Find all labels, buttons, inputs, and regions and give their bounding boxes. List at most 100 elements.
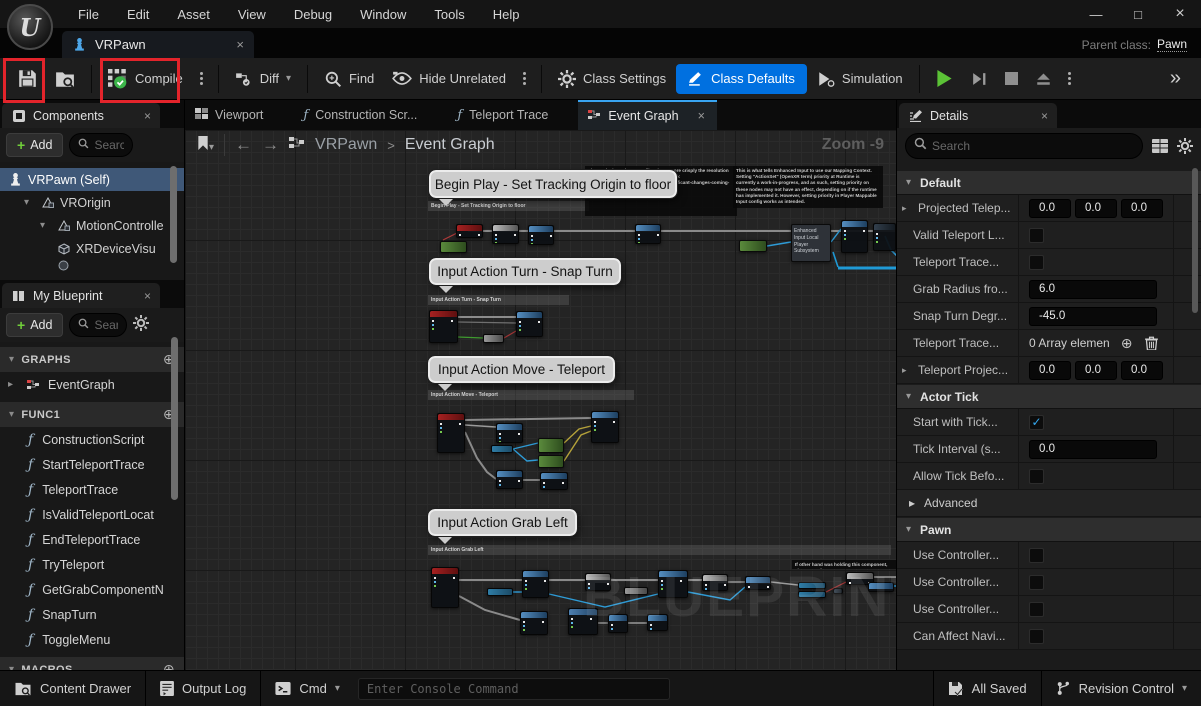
display-filter-icon[interactable]: [1152, 139, 1168, 153]
functions-section-header[interactable]: ▾ FUNC1 ⊕: [0, 402, 184, 427]
function-item[interactable]: ƒIsValidTeleportLocat: [0, 502, 184, 527]
graph-node[interactable]: [538, 455, 564, 468]
graph-node[interactable]: [516, 311, 543, 337]
graph-node[interactable]: [429, 310, 458, 343]
tab-teleport-trace[interactable]: ƒTeleport Trace: [447, 100, 578, 130]
console-command-input[interactable]: [358, 678, 670, 700]
graph-node[interactable]: [487, 588, 513, 596]
graph-node[interactable]: [492, 224, 519, 244]
asset-tab-vrpawn[interactable]: VRPawn ×: [62, 31, 254, 58]
maximize-icon[interactable]: □: [1117, 0, 1159, 28]
graph-item-eventgraph[interactable]: ▸ EventGraph: [0, 372, 184, 397]
simulation-button[interactable]: Simulation: [809, 63, 911, 95]
function-item[interactable]: ƒGetGrabComponentN: [0, 577, 184, 602]
tab-details[interactable]: Details ×: [899, 103, 1057, 128]
function-item[interactable]: ƒSnapTurn: [0, 602, 184, 627]
chevron-right-icon[interactable]: ▸: [902, 365, 913, 376]
components-search-input[interactable]: [94, 138, 124, 152]
function-item[interactable]: ƒToggleMenu: [0, 627, 184, 652]
close-tab-icon[interactable]: ×: [698, 109, 705, 123]
checkbox[interactable]: [1029, 228, 1044, 243]
all-saved-button[interactable]: All Saved: [934, 671, 1041, 706]
graph-node[interactable]: Enhanced Input Local Player Subsystem: [791, 224, 831, 262]
details-scrollbar[interactable]: [1192, 168, 1198, 313]
close-tab-icon[interactable]: ×: [236, 37, 244, 52]
settings-gear-icon[interactable]: [1177, 138, 1193, 154]
tree-item[interactable]: ▾VROrigin: [0, 191, 184, 214]
panel-settings-gear-icon[interactable]: [133, 315, 149, 336]
breadcrumb-current[interactable]: Event Graph: [405, 136, 495, 154]
checkbox[interactable]: [1029, 575, 1044, 590]
details-section-header[interactable]: ▾Actor Tick: [897, 385, 1201, 409]
chevron-down-icon[interactable]: ▾: [24, 197, 35, 208]
chevron-right-icon[interactable]: ▸: [8, 379, 19, 390]
stop-button[interactable]: [997, 63, 1026, 95]
details-advanced-row[interactable]: ▸Advanced: [897, 490, 1201, 517]
vector-field[interactable]: 0.0: [1121, 361, 1163, 380]
graph-node[interactable]: [456, 224, 483, 238]
macros-section-header[interactable]: ▾ MACROS ⊕: [0, 657, 184, 670]
vector-field[interactable]: 0.0: [1075, 199, 1117, 218]
frame-skip-button[interactable]: [963, 63, 995, 95]
browse-to-asset-button[interactable]: [47, 63, 83, 95]
graph-node[interactable]: [538, 438, 564, 453]
details-section-header[interactable]: ▾Pawn: [897, 518, 1201, 542]
eject-button[interactable]: [1028, 63, 1059, 95]
content-drawer-button[interactable]: Content Drawer: [0, 671, 145, 706]
hide-unrelated-options-icon[interactable]: [523, 77, 526, 80]
components-scrollbar[interactable]: [170, 166, 177, 263]
tab-construction-scr-[interactable]: ƒConstruction Scr...: [293, 100, 447, 130]
graph-node[interactable]: [873, 223, 896, 251]
graph-node[interactable]: [528, 225, 554, 245]
tree-item[interactable]: ▾MotionControlle: [0, 214, 184, 237]
menu-asset[interactable]: Asset: [163, 0, 224, 28]
comment-title-bubble[interactable]: Input Action Grab Left: [428, 509, 577, 536]
minimize-icon[interactable]: —: [1075, 0, 1117, 28]
expand-toolbar-icon[interactable]: »: [1170, 67, 1179, 90]
checkbox[interactable]: ✓: [1029, 415, 1044, 430]
details-search-input[interactable]: [932, 139, 1134, 153]
graph-node[interactable]: [739, 240, 767, 252]
function-item[interactable]: ƒConstructionScript: [0, 427, 184, 452]
hide-unrelated-button[interactable]: Hide Unrelated: [384, 63, 514, 95]
checkbox[interactable]: [1029, 602, 1044, 617]
graph-node[interactable]: [520, 611, 548, 635]
menu-edit[interactable]: Edit: [113, 0, 163, 28]
class-settings-button[interactable]: Class Settings: [550, 63, 674, 95]
compile-options-icon[interactable]: [200, 77, 203, 80]
graph-node[interactable]: [522, 570, 549, 598]
function-item[interactable]: ƒTryTeleport: [0, 552, 184, 577]
checkbox[interactable]: [1029, 469, 1044, 484]
close-panel-icon[interactable]: ×: [1041, 109, 1048, 123]
number-field[interactable]: 0.0: [1029, 440, 1157, 459]
graph-node[interactable]: [431, 567, 459, 608]
class-defaults-button[interactable]: Class Defaults: [676, 64, 807, 94]
comment-node-header[interactable]: Input Action Move - Teleport: [428, 390, 634, 400]
graph-node[interactable]: [440, 241, 467, 253]
find-button[interactable]: Find: [316, 63, 382, 95]
add-component-button[interactable]: +Add: [6, 133, 63, 157]
parent-class-value[interactable]: Pawn: [1157, 37, 1187, 52]
cmd-dropdown[interactable]: Cmd ▾: [261, 671, 353, 706]
output-log-button[interactable]: Output Log: [146, 671, 260, 706]
play-options-icon[interactable]: [1068, 77, 1071, 80]
add-element-icon[interactable]: ⊕: [1121, 335, 1133, 352]
close-panel-icon[interactable]: ×: [144, 109, 151, 123]
comment-node-header[interactable]: Input Action Grab Left: [428, 545, 891, 555]
graph-node[interactable]: [591, 411, 619, 443]
add-blueprint-item-button[interactable]: +Add: [6, 313, 63, 337]
number-field[interactable]: -45.0: [1029, 307, 1157, 326]
function-item[interactable]: ƒEndTeleportTrace: [0, 527, 184, 552]
tab-components[interactable]: Components ×: [2, 103, 160, 128]
menu-window[interactable]: Window: [346, 0, 420, 28]
play-button[interactable]: [928, 63, 961, 95]
close-icon[interactable]: ×: [1159, 0, 1201, 28]
add-macro-icon[interactable]: ⊕: [163, 661, 175, 670]
menu-help[interactable]: Help: [479, 0, 534, 28]
event-graph-canvas[interactable]: ▾ ← → VRPawn > Event Graph Zoom -9 Enhan…: [185, 130, 896, 670]
forward-icon[interactable]: →: [262, 135, 279, 155]
comment-title-bubble[interactable]: Input Action Turn - Snap Turn: [429, 258, 621, 285]
checkbox[interactable]: [1029, 255, 1044, 270]
graph-node[interactable]: [496, 470, 523, 489]
vector-field[interactable]: 0.0: [1029, 199, 1071, 218]
